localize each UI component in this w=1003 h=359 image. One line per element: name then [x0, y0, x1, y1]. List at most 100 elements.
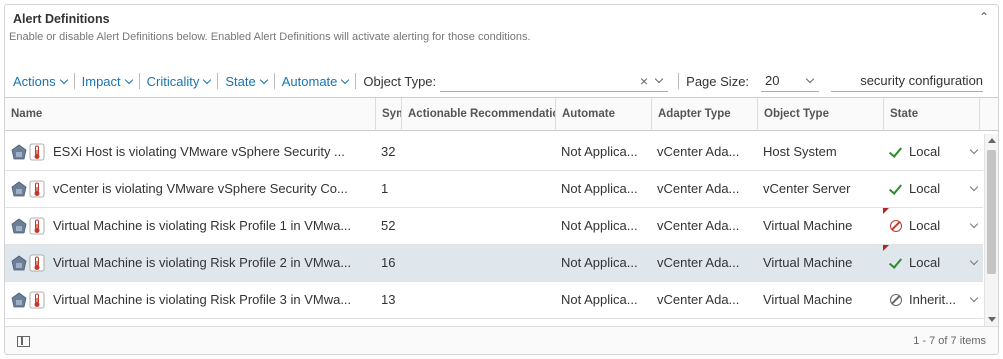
thermometer-icon [29, 143, 45, 161]
cell-automate: Not Applica... [561, 292, 638, 307]
toolbar-divider [678, 73, 680, 89]
scroll-down-icon[interactable] [988, 317, 996, 322]
cell-symptoms: 13 [381, 292, 396, 307]
chevron-down-icon [259, 75, 268, 84]
state-value: Local [909, 255, 941, 270]
cell-name: Virtual Machine is violating Risk Profil… [53, 218, 352, 233]
automate-dropdown[interactable]: Automate [281, 73, 350, 89]
state-value: Local [909, 218, 941, 233]
check-icon [888, 255, 903, 269]
cell-symptoms: 32 [381, 144, 396, 159]
clear-icon[interactable]: × [640, 73, 648, 89]
cell-actionable [401, 171, 555, 207]
state-select[interactable]: Local [883, 208, 983, 244]
page-size-select[interactable]: 20 [761, 70, 820, 92]
scroll-thumb[interactable] [987, 150, 996, 274]
alert-definitions-grid: Name Sym Actionable Recommendatio Automa… [5, 97, 998, 326]
badge-icon [11, 144, 27, 160]
cell-adapter-type: vCenter Ada... [657, 292, 740, 307]
impact-dropdown[interactable]: Impact [81, 73, 133, 89]
criticality-dropdown[interactable]: Criticality [147, 74, 212, 89]
cell-name: ESXi Host is violating VMware vSphere Se… [53, 144, 345, 159]
check-icon [888, 144, 903, 158]
actions-label: Actions [13, 73, 56, 89]
state-select[interactable]: Local [883, 245, 983, 281]
table-row[interactable]: Virtual Machine is violating Risk Profil… [5, 245, 983, 282]
state-select[interactable]: Local [883, 171, 983, 207]
column-toggle-icon[interactable] [17, 336, 30, 347]
table-row[interactable]: vCenter is violating VMware vSphere Secu… [5, 171, 983, 208]
search-value: security configuration [860, 73, 984, 88]
chevron-down-icon [203, 75, 212, 84]
object-type-select[interactable]: × [440, 70, 669, 92]
alert-type-icons [11, 143, 47, 161]
state-label: State [225, 73, 256, 89]
table-row[interactable]: Virtual Machine is violating Risk Profil… [5, 282, 983, 319]
state-select[interactable]: Inherit... [883, 282, 983, 318]
state-value: Local [909, 144, 941, 159]
chevron-down-icon [969, 182, 979, 192]
cell-adapter-type: vCenter Ada... [657, 255, 740, 270]
state-value: Inherit... [909, 292, 956, 307]
cell-object-type: vCenter Server [763, 181, 851, 196]
page-size-label: Page Size: [686, 73, 750, 89]
cell-automate: Not Applica... [561, 255, 638, 270]
scroll-up-icon[interactable] [988, 138, 996, 143]
column-header-actionable[interactable]: Actionable Recommendatio [401, 98, 555, 131]
check-icon [888, 181, 903, 195]
table-row[interactable]: ESXi Host is violating VMware vSphere Se… [5, 134, 983, 171]
column-header-adapter-type[interactable]: Adapter Type [651, 98, 757, 131]
column-header-object-type[interactable]: Object Type [757, 98, 883, 131]
thermometer-icon [29, 180, 45, 198]
state-dropdown[interactable]: State [225, 73, 268, 89]
chevron-down-icon [969, 293, 979, 303]
chevron-down-icon[interactable] [654, 74, 664, 84]
chevron-down-icon [805, 74, 815, 84]
cell-object-type: Virtual Machine [763, 218, 853, 233]
cell-object-type: Host System [763, 144, 837, 159]
modified-flag-icon [883, 208, 889, 214]
thermometer-icon [29, 254, 45, 272]
column-header-automate[interactable]: Automate [555, 98, 651, 131]
column-header-symptoms[interactable]: Sym [375, 98, 401, 131]
chevron-down-icon [969, 145, 979, 155]
badge-icon [11, 292, 27, 308]
panel-description: Enable or disable Alert Definitions belo… [9, 31, 531, 43]
alert-type-icons [11, 180, 47, 198]
search-input[interactable]: security configuration [831, 70, 984, 92]
toolbar-divider [355, 73, 357, 89]
cell-automate: Not Applica... [561, 144, 638, 159]
cell-actionable [401, 282, 555, 318]
toolbar-divider [73, 73, 75, 89]
panel-title: Alert Definitions [13, 12, 110, 26]
vertical-scrollbar[interactable] [984, 134, 998, 326]
grid-header: Name Sym Actionable Recommendatio Automa… [5, 98, 998, 131]
chevron-down-icon [341, 75, 350, 84]
item-count: 1 - 7 of 7 items [913, 335, 986, 347]
actions-dropdown[interactable]: Actions [13, 73, 68, 89]
alert-type-icons [11, 291, 47, 309]
page-size-value: 20 [765, 73, 780, 88]
column-header-state[interactable]: State [883, 98, 979, 131]
impact-label: Impact [81, 73, 121, 89]
cell-object-type: Virtual Machine [763, 292, 853, 307]
state-value: Local [909, 181, 941, 196]
table-row[interactable]: Virtual Machine is violating Risk Profil… [5, 208, 983, 245]
chevron-down-icon [969, 256, 979, 266]
cell-actionable [401, 245, 555, 281]
badge-icon [11, 218, 27, 234]
automate-label: Automate [281, 73, 338, 89]
cell-actionable [401, 208, 555, 244]
toolbar-divider [217, 73, 219, 89]
state-select[interactable]: Local [883, 134, 983, 170]
chevron-down-icon [124, 75, 133, 84]
cell-adapter-type: vCenter Ada... [657, 218, 740, 233]
cell-automate: Not Applica... [561, 218, 638, 233]
cell-object-type: Virtual Machine [763, 255, 853, 270]
double-chevron-up-icon[interactable]: ⌃ [976, 10, 992, 26]
cell-name: Virtual Machine is violating Risk Profil… [53, 292, 352, 307]
column-header-name[interactable]: Name [5, 98, 375, 131]
cell-automate: Not Applica... [561, 181, 638, 196]
cell-adapter-type: vCenter Ada... [657, 144, 740, 159]
toolbar-divider [273, 73, 275, 89]
